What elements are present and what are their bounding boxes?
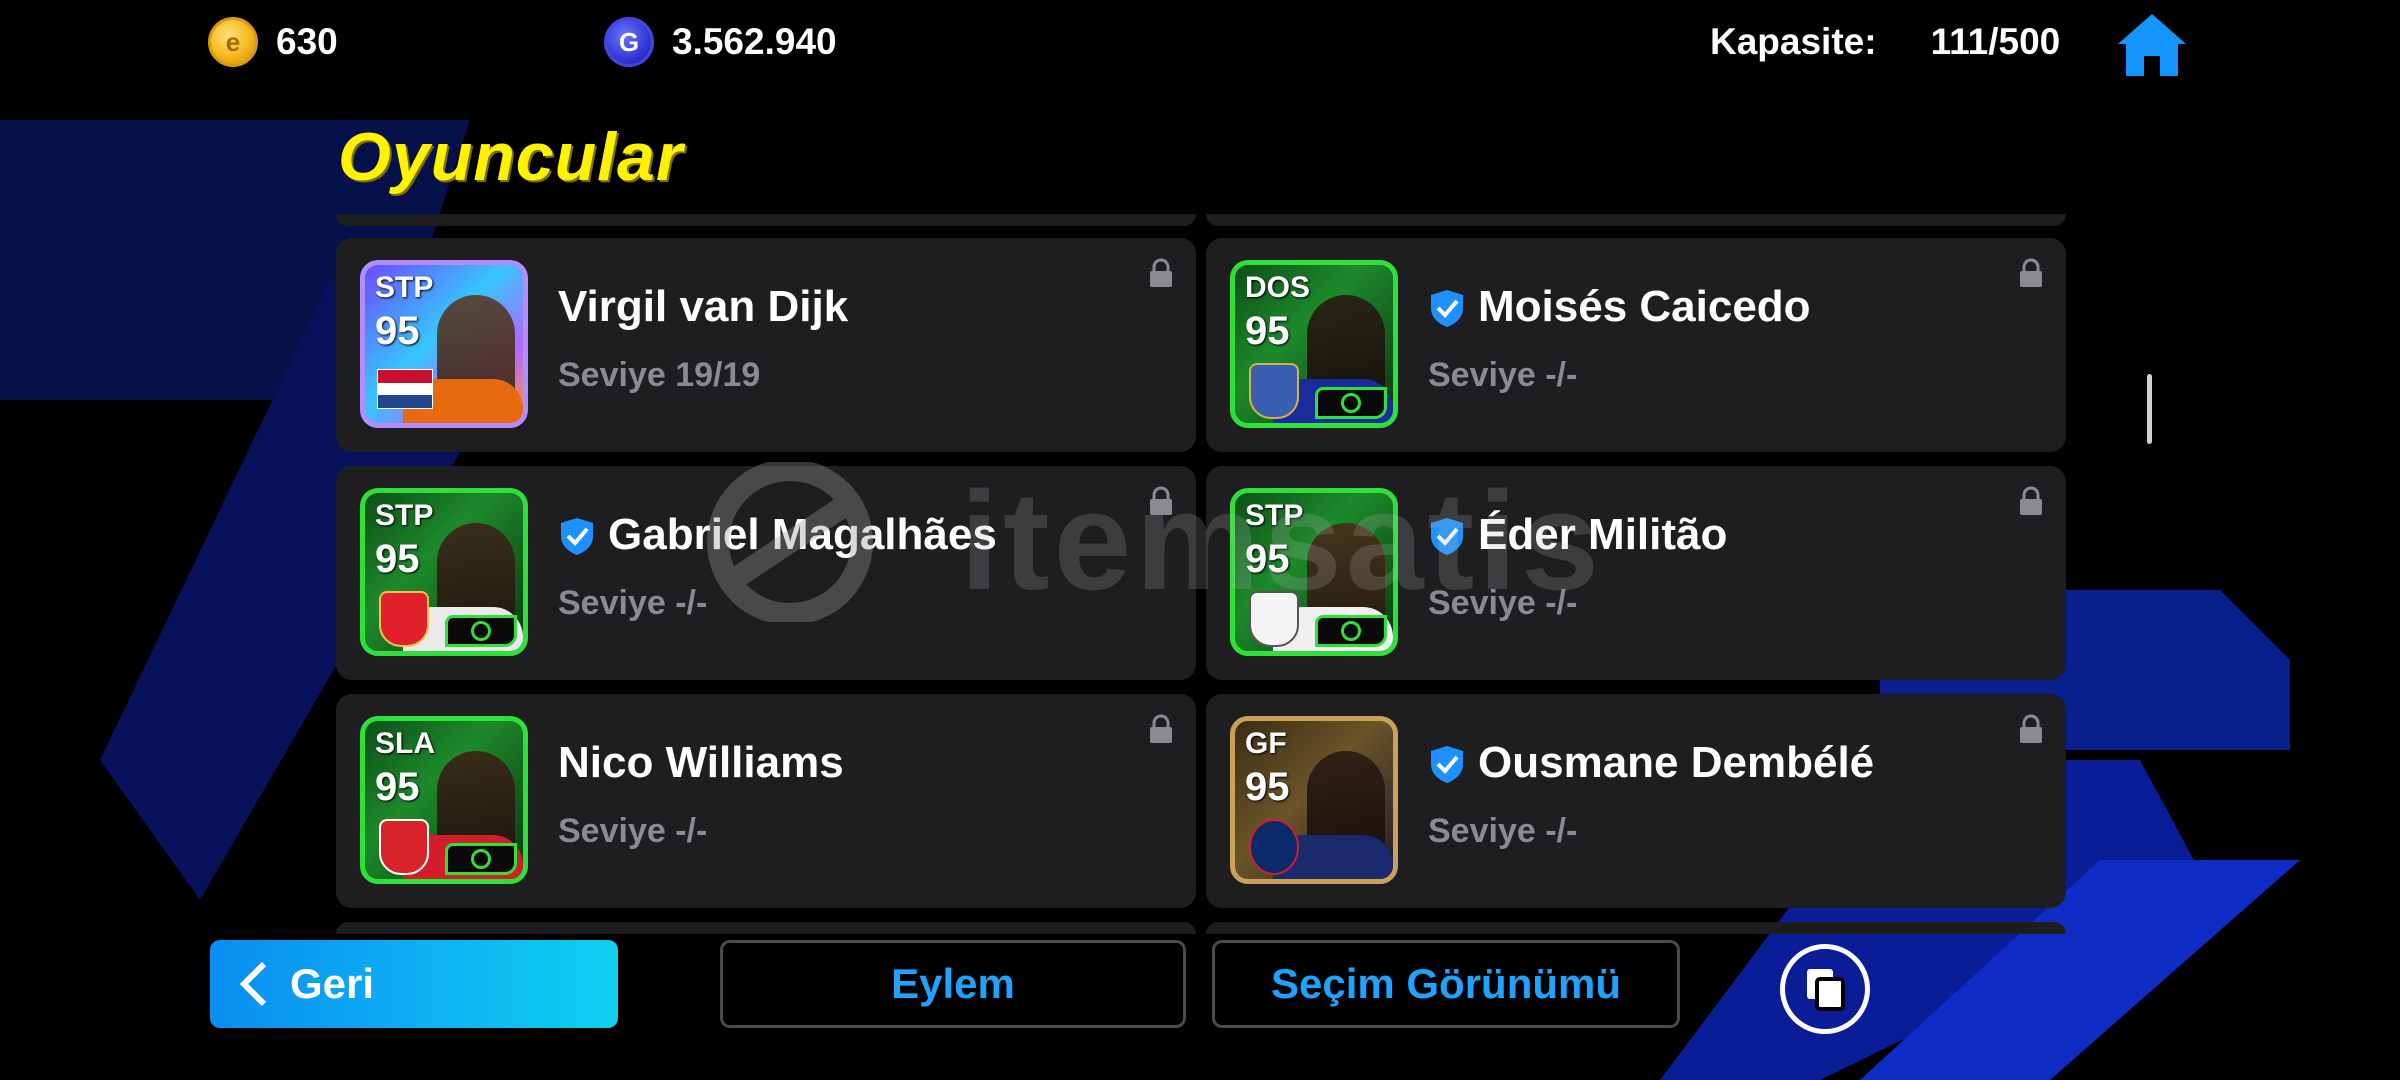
coin-amount: 630	[276, 21, 338, 62]
copy-button[interactable]	[1780, 944, 1870, 1034]
lock-icon[interactable]	[2018, 486, 2044, 516]
verified-shield-icon	[1431, 290, 1463, 327]
page-title: Oyuncular	[338, 119, 684, 195]
verified-shield-icon	[561, 518, 593, 555]
player-position: DOS	[1245, 271, 1311, 304]
player-level: Seviye -/-	[1428, 356, 1578, 394]
copy-icon	[1807, 969, 1845, 1011]
home-button[interactable]	[2116, 10, 2188, 80]
scrollbar[interactable]	[2147, 374, 2152, 444]
selection-view-button[interactable]: Seçim Görünümü	[1212, 940, 1680, 1028]
player-rating: 95	[375, 765, 420, 809]
player-card[interactable]: SLA 95 Nico Williams Seviye -/-	[336, 694, 1196, 908]
player-thumbnail: SLA 95	[360, 716, 528, 884]
boost-icon	[1315, 387, 1387, 419]
capacity-label: Kapasite:	[1710, 21, 1877, 62]
player-level: Seviye -/-	[558, 812, 708, 850]
action-label: Eylem	[891, 960, 1015, 1007]
club-badge-icon	[1249, 819, 1299, 875]
boost-icon	[445, 843, 517, 875]
club-badge-icon	[379, 819, 429, 875]
player-name: Moisés Caicedo	[1478, 282, 1811, 331]
player-card[interactable]: GF 95 Ousmane Dembélé Seviye -/-	[1206, 694, 2066, 908]
list-item-partial	[336, 922, 1196, 934]
boost-icon	[445, 615, 517, 647]
lock-icon[interactable]	[2018, 258, 2044, 288]
player-rating: 95	[375, 309, 420, 353]
capacity-value: 111/500	[1930, 21, 2061, 62]
player-rating: 95	[1245, 309, 1290, 353]
player-rating: 95	[1245, 765, 1290, 809]
action-button[interactable]: Eylem	[720, 940, 1186, 1028]
player-thumbnail: STP 95	[360, 488, 528, 656]
player-thumbnail: GF 95	[1230, 716, 1398, 884]
player-level: Seviye -/-	[558, 584, 708, 622]
verified-shield-icon	[1431, 746, 1463, 783]
gp-amount: 3.562.940	[672, 21, 837, 62]
player-card[interactable]: DOS 95 Moisés Caicedo Seviye -/-	[1206, 238, 2066, 452]
lock-icon[interactable]	[1148, 258, 1174, 288]
list-item-partial	[1206, 922, 2066, 934]
player-name: Virgil van Dijk	[558, 282, 849, 331]
player-rating: 95	[375, 537, 420, 581]
list-item-partial	[336, 214, 1196, 226]
player-level: Seviye -/-	[1428, 812, 1578, 850]
top-bar: e 630 G 3.562.940 Kapasite: 111/500	[0, 0, 2400, 84]
watermark-text: itemsatis	[960, 462, 1603, 619]
flag-icon	[377, 369, 433, 409]
player-position: GF	[1245, 727, 1287, 760]
player-thumbnail: DOS 95	[1230, 260, 1398, 428]
gp-icon: G	[604, 17, 654, 67]
club-badge-icon	[1249, 363, 1299, 419]
player-position: STP	[375, 271, 434, 304]
gp-balance: G 3.562.940	[604, 14, 837, 70]
player-position: STP	[375, 499, 434, 532]
player-position: SLA	[375, 727, 435, 760]
chevron-left-icon	[239, 961, 267, 1007]
back-button[interactable]: Geri	[210, 940, 618, 1028]
capacity-indicator: Kapasite: 111/500	[1710, 14, 2060, 70]
lock-icon[interactable]	[2018, 714, 2044, 744]
player-name: Gabriel Magalhães	[608, 510, 997, 559]
selection-view-label: Seçim Görünümü	[1270, 960, 1622, 1007]
coin-icon: e	[208, 17, 258, 67]
player-card[interactable]: STP 95 Virgil van Dijk Seviye 19/19	[336, 238, 1196, 452]
club-badge-icon	[379, 591, 429, 647]
player-name: Nico Williams	[558, 738, 844, 787]
lock-icon[interactable]	[1148, 714, 1174, 744]
player-thumbnail: STP 95	[360, 260, 528, 428]
back-label: Geri	[290, 960, 375, 1007]
list-item-partial	[1206, 214, 2066, 226]
home-icon	[2118, 14, 2186, 76]
player-name: Ousmane Dembélé	[1478, 738, 1875, 787]
player-level: Seviye 19/19	[558, 356, 761, 394]
coin-balance: e 630	[208, 14, 338, 70]
